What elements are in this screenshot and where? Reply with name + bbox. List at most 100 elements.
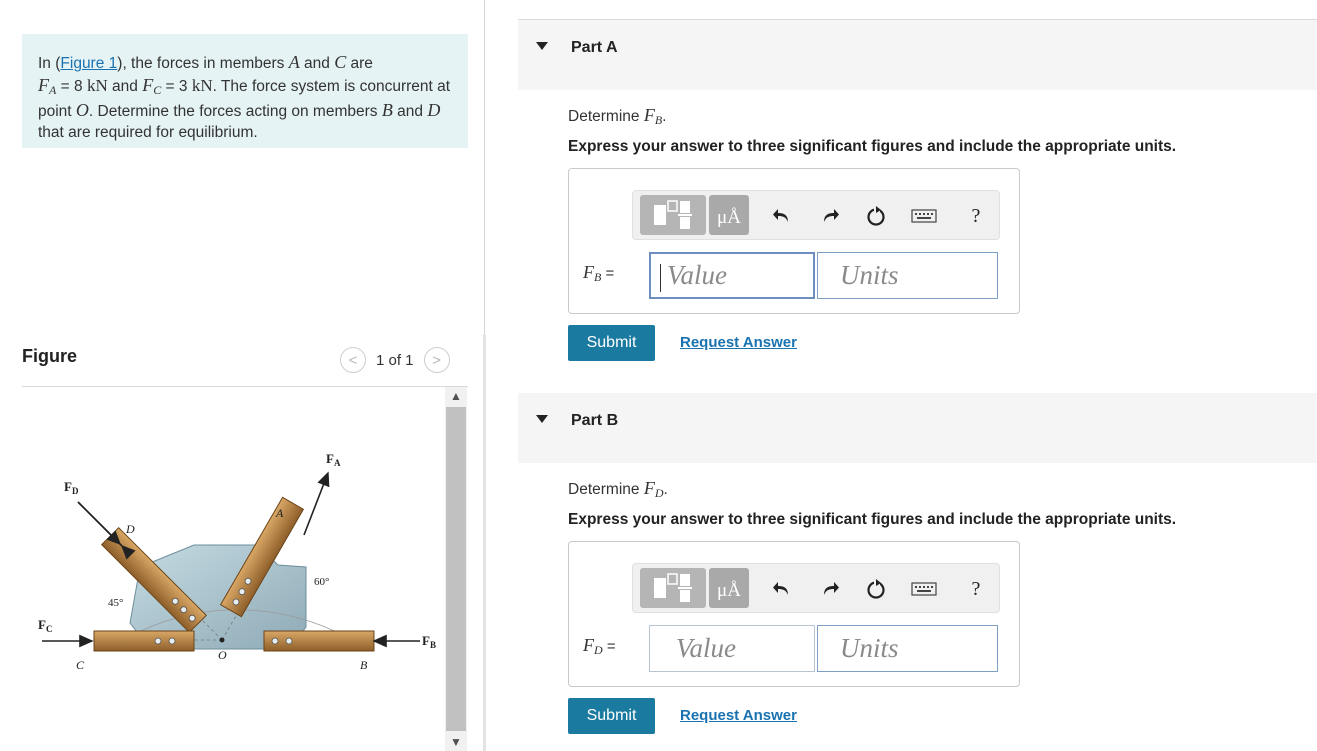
part-b-header[interactable]: Part B [518, 393, 1317, 463]
label-o: O [218, 648, 227, 662]
member-c-symbol: C [334, 52, 347, 72]
var-symbol: F [583, 635, 594, 655]
point-o-symbol: O [75, 100, 89, 120]
figure-pager: < 1 of 1 > [340, 347, 450, 373]
var-symbol: F [583, 262, 594, 282]
figure-page-count: 1 of 1 [376, 351, 414, 369]
problem-statement: In (Figure 1), the forces in members A a… [22, 34, 468, 148]
question-text: Determine [568, 481, 644, 498]
problem-text: that are required for equilibrium. [38, 123, 258, 141]
question-text: . [663, 481, 668, 498]
member-c [93, 630, 195, 652]
templates-icon[interactable] [640, 195, 706, 235]
label-fd: FD [64, 479, 79, 496]
units-icon[interactable]: μÅ [709, 568, 749, 608]
label-fc: FC [38, 617, 52, 634]
problem-text: are [346, 55, 373, 72]
part-b-answer-box: μÅ ? FD = Value Units [568, 541, 1020, 687]
figure-image: FA FD FC FB A D C B O 60° 45° [22, 387, 442, 751]
fb-units-input[interactable]: Units [817, 252, 998, 299]
fb-value-input[interactable]: Value [649, 252, 815, 299]
label-fb: FB [422, 633, 436, 650]
fd-value-input[interactable]: Value [649, 625, 815, 672]
truss-joint-diagram: FA FD FC FB A D C B O 60° 45° [38, 451, 436, 672]
point-o [219, 637, 225, 643]
part-b-question: Determine FD. [568, 478, 668, 501]
part-b-submit-button[interactable]: Submit [568, 698, 655, 734]
fd-units-input[interactable]: Units [817, 625, 998, 672]
part-b-title: Part B [571, 412, 619, 429]
value-placeholder: Value [676, 633, 736, 663]
figure-title: Figure [22, 346, 78, 366]
question-text: . [662, 108, 667, 125]
question-symbol: F [643, 478, 655, 498]
column-divider-lower [483, 335, 486, 751]
member-b-symbol: B [381, 100, 393, 120]
var-subscript: D [594, 643, 603, 657]
reset-icon[interactable] [863, 576, 889, 602]
help-icon[interactable]: ? [963, 203, 989, 229]
part-b-instruction: Express your answer to three significant… [568, 511, 1177, 528]
keyboard-icon[interactable] [911, 576, 937, 602]
scroll-down-icon[interactable]: ▼ [445, 733, 467, 751]
scrollbar-thumb[interactable] [446, 407, 466, 731]
fa-value: = 8 [56, 77, 87, 95]
part-a-answer-box: μÅ ? FB = Value Units [568, 168, 1020, 314]
part-a-submit-button[interactable]: Submit [568, 325, 655, 361]
label-b: B [360, 658, 368, 672]
label-d: D [125, 522, 135, 536]
member-b [263, 630, 375, 652]
fc-value: = 3 [161, 77, 192, 95]
templates-icon[interactable] [640, 568, 706, 608]
force-arrow-fd-head [77, 501, 122, 546]
fb-variable-label: FB = [583, 262, 614, 285]
figure-scrollbar[interactable]: ▲ ▼ [445, 387, 467, 751]
fc-unit: kN [191, 75, 213, 95]
fa-symbol: F [38, 74, 49, 95]
problem-text: In ( [38, 55, 61, 72]
fa-unit: kN [86, 75, 108, 95]
member-a-symbol: A [288, 52, 300, 72]
question-symbol: F [643, 105, 655, 125]
math-toolbar: μÅ ? [632, 563, 1000, 613]
equals-sign: = [602, 638, 616, 655]
question-text: Determine [568, 108, 644, 125]
figure-link[interactable]: Figure 1 [60, 55, 117, 72]
undo-icon[interactable] [769, 203, 795, 229]
problem-text: and [392, 103, 428, 120]
problem-text: and [299, 55, 335, 72]
part-a-question: Determine FB. [568, 105, 666, 128]
undo-icon[interactable] [769, 576, 795, 602]
fd-variable-label: FD = [583, 635, 616, 658]
force-arrow-fa [303, 471, 330, 536]
problem-text: ), the forces in members [117, 55, 289, 72]
part-a-instruction: Express your answer to three significant… [568, 138, 1177, 155]
part-b-request-answer-link[interactable]: Request Answer [680, 707, 797, 724]
label-fa: FA [326, 451, 341, 468]
help-icon[interactable]: ? [963, 576, 989, 602]
collapse-triangle-icon[interactable] [536, 415, 548, 423]
reset-icon[interactable] [863, 203, 889, 229]
fc-symbol: F [142, 74, 154, 95]
part-a-header[interactable]: Part A [518, 20, 1317, 90]
units-placeholder: Units [840, 260, 899, 290]
units-icon[interactable]: μÅ [709, 195, 749, 235]
math-toolbar: μÅ ? [632, 190, 1000, 240]
keyboard-icon[interactable] [911, 203, 937, 229]
prev-figure-button[interactable]: < [340, 347, 366, 373]
problem-text: . Determine the forces acting on members [88, 103, 382, 120]
collapse-triangle-icon[interactable] [536, 42, 548, 50]
member-d-symbol: D [427, 100, 441, 120]
problem-text: and [107, 77, 143, 95]
units-placeholder: Units [840, 633, 899, 663]
part-a-request-answer-link[interactable]: Request Answer [680, 334, 797, 351]
redo-icon[interactable] [817, 576, 843, 602]
scroll-up-icon[interactable]: ▲ [445, 387, 467, 405]
equals-sign: = [601, 265, 615, 282]
part-a-title: Part A [571, 39, 618, 56]
next-figure-button[interactable]: > [423, 347, 450, 373]
redo-icon[interactable] [817, 203, 843, 229]
label-angle-60: 60° [314, 576, 329, 588]
text-caret [660, 264, 661, 292]
value-placeholder: Value [667, 260, 727, 290]
